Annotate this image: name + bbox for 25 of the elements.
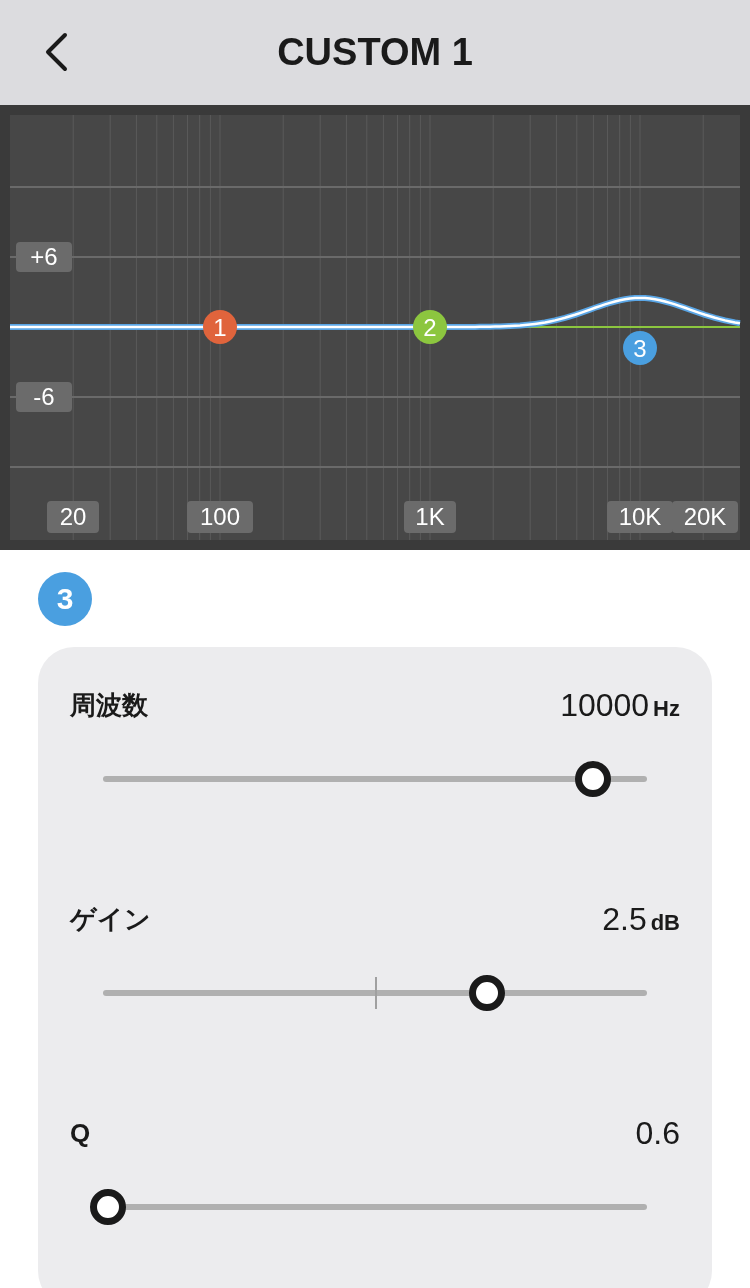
- page-title: CUSTOM 1: [277, 30, 473, 75]
- parameter-label: Q: [70, 1116, 91, 1150]
- back-icon[interactable]: [43, 32, 69, 72]
- parameter-label: 周波数: [70, 688, 148, 722]
- unit-label: dB: [650, 909, 680, 937]
- slider-thumb[interactable]: [90, 1189, 127, 1225]
- frequency-axis-label: 10K: [607, 501, 673, 533]
- slider-thumb[interactable]: [469, 975, 506, 1011]
- parameter-value: 10000: [560, 686, 650, 725]
- center-tick: [375, 977, 377, 1009]
- frequency-axis-label: 20: [47, 501, 99, 533]
- parameter-value: 0.6: [635, 1114, 680, 1153]
- frequency-axis-label: 20K: [672, 501, 738, 533]
- parameter-label: ゲイン: [70, 902, 151, 936]
- band-node[interactable]: 1: [203, 310, 237, 344]
- parameter-value: 2.5: [602, 900, 647, 939]
- band-node[interactable]: 2: [413, 310, 447, 344]
- frequency-axis-label: 100: [187, 501, 253, 533]
- gain-axis-label: -6: [16, 382, 72, 412]
- slider-thumb[interactable]: [574, 761, 611, 797]
- band-node[interactable]: 3: [623, 331, 657, 365]
- frequency-axis-label: 1K: [404, 501, 456, 533]
- selected-band-badge: 3: [38, 571, 92, 626]
- unit-label: Hz: [653, 695, 680, 723]
- gain-axis-label: +6: [16, 242, 72, 272]
